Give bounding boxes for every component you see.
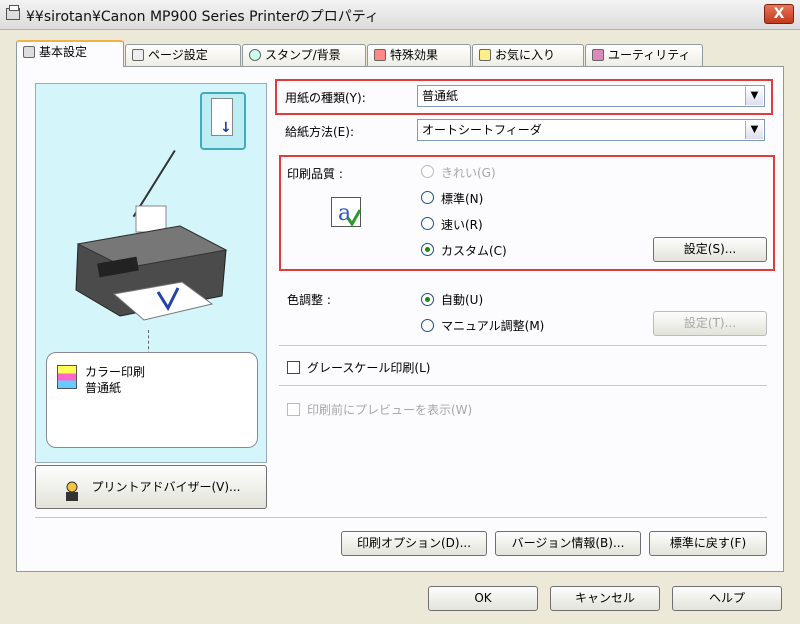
arrow-down-icon: ↓ — [220, 120, 232, 136]
print-advisor-button[interactable]: プリントアドバイザー(V)... — [35, 465, 267, 509]
printer-illustration-icon — [75, 205, 228, 321]
version-info-button[interactable]: バージョン情報(B)... — [495, 531, 641, 556]
stamp-icon — [249, 49, 261, 61]
media-type-label: 用紙の種類(Y): — [285, 91, 366, 105]
quality-high-radio[interactable] — [421, 165, 434, 178]
tab-stamp-background[interactable]: スタンプ/背景 — [242, 44, 366, 66]
paper-source-select[interactable]: オートシートフィーダ ▼ — [417, 119, 765, 141]
preview-before-print-checkbox[interactable] — [287, 403, 300, 416]
close-button[interactable]: X — [764, 4, 794, 24]
title-bar: ¥¥sirotan¥Canon MP900 Series Printerのプロパ… — [0, 0, 800, 30]
utility-icon — [592, 49, 604, 61]
quality-custom-label: カスタム(C) — [441, 244, 507, 258]
advisor-character-icon — [61, 477, 83, 501]
quality-fast-label: 速い(R) — [441, 218, 483, 232]
grayscale-label: グレースケール印刷(L) — [307, 361, 431, 375]
grayscale-checkbox[interactable] — [287, 361, 300, 374]
quality-settings-button[interactable]: 設定(S)... — [653, 237, 767, 262]
preview-before-print-label: 印刷前にプレビューを表示(W) — [307, 403, 473, 417]
restore-defaults-button[interactable]: 標準に戻す(F) — [649, 531, 767, 556]
chevron-down-icon: ▼ — [745, 87, 763, 105]
paper-feed-icon: ↓ — [200, 92, 246, 150]
color-settings-button[interactable]: 設定(T)... — [653, 311, 767, 336]
tab-favorites[interactable]: お気に入り — [472, 44, 584, 66]
color-auto-radio[interactable] — [421, 293, 434, 306]
favorites-icon — [479, 49, 491, 61]
help-button[interactable]: ヘルプ — [672, 586, 782, 611]
color-auto-label: 自動(U) — [441, 293, 484, 307]
print-quality-label: 印刷品質 : — [287, 167, 343, 181]
page-setup-icon — [132, 49, 144, 61]
summary-color-mode: カラー印刷 — [85, 365, 146, 379]
tab-page-setup[interactable]: ページ設定 — [125, 44, 241, 66]
cancel-button[interactable]: キャンセル — [550, 586, 660, 611]
tab-basic-settings[interactable]: 基本設定 — [16, 40, 124, 67]
chevron-down-icon: ▼ — [745, 121, 763, 139]
quality-fast-radio[interactable] — [421, 217, 434, 230]
color-print-icon — [57, 365, 77, 389]
quality-high-label: きれい(G) — [441, 166, 496, 180]
media-type-select[interactable]: 普通紙 ▼ — [417, 85, 765, 107]
quality-standard-radio[interactable] — [421, 191, 434, 204]
ok-button[interactable]: OK — [428, 586, 538, 611]
basic-settings-panel: ↓ カラー印刷 普通紙 プリントアドバイザー(V)... 用紙の種類(Y): 普… — [16, 66, 784, 572]
tab-utility[interactable]: ユーティリティ — [585, 44, 703, 66]
quality-standard-label: 標準(N) — [441, 192, 484, 206]
print-preview: ↓ カラー印刷 普通紙 — [35, 83, 267, 463]
printer-settings-icon — [23, 46, 35, 58]
paper-source-label: 給紙方法(E): — [285, 125, 354, 139]
color-adjustment-label: 色調整 : — [287, 293, 331, 307]
effects-brush-icon — [374, 49, 386, 61]
color-manual-radio[interactable] — [421, 319, 434, 332]
print-options-button[interactable]: 印刷オプション(D)... — [341, 531, 487, 556]
summary-media-type: 普通紙 — [85, 381, 122, 395]
printer-icon — [6, 5, 20, 20]
tab-special-effects[interactable]: 特殊効果 — [367, 44, 471, 66]
color-manual-label: マニュアル調整(M) — [441, 319, 545, 333]
print-summary-box: カラー印刷 普通紙 — [46, 352, 258, 448]
quality-custom-radio[interactable] — [421, 243, 434, 256]
print-quality-icon: a — [331, 197, 362, 227]
window-title: ¥¥sirotan¥Canon MP900 Series Printerのプロパ… — [26, 9, 379, 25]
